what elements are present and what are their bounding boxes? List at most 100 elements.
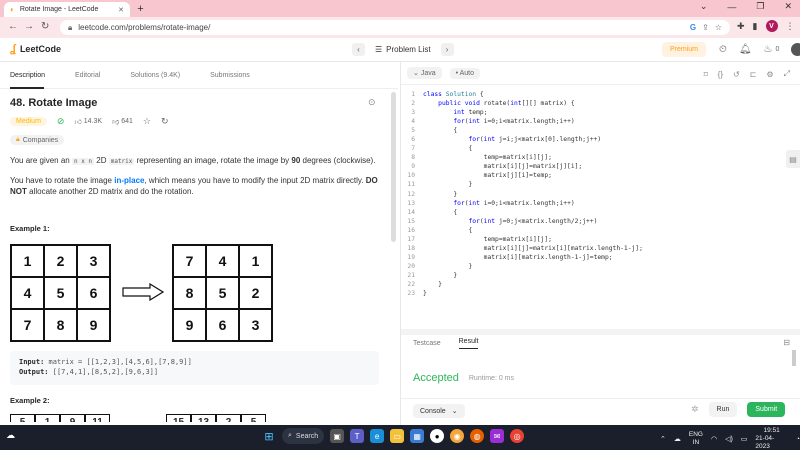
google-icon[interactable]: G [690,23,696,32]
code-line[interactable]: 10 matrix[j][i]=temp; [401,171,793,180]
tab-testcase[interactable]: Testcase [413,340,441,347]
url-bar[interactable]: 🔒︎ leetcode.com/problems/rotate-image/ G… [60,20,730,35]
edge-icon[interactable]: e [370,429,385,443]
chrome-dev-icon[interactable]: ◉ [450,429,465,443]
notification-bell-icon[interactable]: 🔔︎ [739,44,752,55]
windows-start-icon[interactable]: ⊞ [262,429,276,443]
lock-icon[interactable]: 🔒︎ [68,23,72,33]
dislike-button[interactable]: 👎︎ 641 [112,117,133,126]
reload-icon[interactable]: ↻ [41,21,49,32]
code-line[interactable]: 8 temp=matrix[i][j]; [401,153,793,162]
code-line[interactable]: 2 public void rotate(int[][] matrix) { [401,99,793,108]
console-button[interactable]: Console ⌄ [413,404,465,418]
notification-icon[interactable]: ◔ [796,436,800,443]
format-code-icon[interactable]: {} [718,70,723,79]
task-view-icon[interactable]: ▣ [330,429,345,443]
file-explorer-icon[interactable]: ▭ [390,429,405,443]
browser-menu-icon[interactable]: ⋮ [786,21,795,32]
tab-description[interactable]: Description [10,72,45,79]
code-line[interactable]: 18 matrix[i][j]=matrix[i][matrix.length-… [401,244,793,253]
code-line[interactable]: 9 matrix[i][j]=matrix[j][i]; [401,162,793,171]
close-window-icon[interactable]: ✕ [784,1,792,12]
new-tab-button[interactable]: + [134,2,147,15]
close-tab-icon[interactable]: ✕ [118,6,124,14]
like-button[interactable]: 👍︎ 14.3K [74,117,102,126]
in-place-link[interactable]: in-place [114,176,144,185]
store-icon[interactable]: ▦ [410,429,425,443]
settings-gear-icon[interactable]: ⚙ [766,70,773,79]
code-line[interactable]: 6 for(int j=i;j<matrix[0].length;j++) [401,135,793,144]
github-icon[interactable]: ● [430,429,445,443]
code-line[interactable]: 1 class Solution { [401,90,793,99]
code-line[interactable]: 21 } [401,271,793,280]
tray-chevron-icon[interactable]: ⌃ [660,435,666,443]
autocomplete-toggle[interactable]: • Auto [449,67,481,79]
code-line[interactable]: 22 } [401,280,793,289]
cloud-icon[interactable]: ☁ [674,435,681,443]
user-avatar[interactable] [791,43,800,56]
code-line[interactable]: 3 int temp; [401,108,793,117]
extensions-icon[interactable]: ✚ [737,21,745,32]
more-options-icon[interactable]: ⊙ [368,97,376,108]
code-line[interactable]: 12 } [401,190,793,199]
leetcode-logo[interactable]: ʆ LeetCode [10,43,61,55]
bookmark-icon[interactable]: ⌑ [704,70,708,79]
favorite-star-icon[interactable]: ☆ [143,116,151,127]
minimize-icon[interactable]: — [727,2,736,12]
profile-avatar[interactable]: V [765,20,778,32]
bookmark-star-icon[interactable]: ☆ [715,23,722,32]
weather-widget-icon[interactable]: ☁ [6,430,15,441]
volume-icon[interactable]: ◁) [725,435,733,443]
fullscreen-icon[interactable]: ⤢ [784,69,790,79]
code-line[interactable]: 15 for(int j=0;j<matrix.length/2;j++) [401,217,793,226]
timer-icon[interactable]: ⏲ [719,44,727,55]
collapse-panel-icon[interactable]: ⊟ [783,338,790,347]
forward-icon[interactable]: → [24,21,34,32]
description-scrollbar[interactable] [391,92,396,242]
run-button[interactable]: Run [708,402,738,417]
share-link-icon[interactable]: ↻ [161,116,169,127]
code-line[interactable]: 14 { [401,208,793,217]
maximize-icon[interactable]: ❐ [756,1,764,12]
companies-tag[interactable]: 🔒︎ Companies [10,135,65,145]
tab-solutions[interactable]: Solutions (9.4K) [130,72,180,79]
code-editor[interactable]: 1 class Solution {2 public void rotate(in… [401,90,793,334]
language-indicator[interactable]: ENG IN [689,431,703,447]
premium-button[interactable]: Premium [662,42,707,57]
sidepanel-icon[interactable]: ▮ [753,21,758,32]
language-select[interactable]: ⌄ Java [407,67,442,79]
split-icon[interactable]: ⊏ [750,70,757,79]
reset-code-icon[interactable]: ↺ [733,70,740,79]
code-line[interactable]: 19 matrix[i][matrix.length-1-j]=temp; [401,253,793,262]
tab-submissions[interactable]: Submissions [210,72,250,79]
code-line[interactable]: 13 for(int i=0;i<matrix.length;i++) [401,199,793,208]
debugger-icon[interactable]: ✲ [691,404,699,415]
tab-editorial[interactable]: Editorial [75,72,100,79]
code-line[interactable]: 5 { [401,126,793,135]
wifi-icon[interactable]: ◠ [711,435,717,443]
teams-icon[interactable]: T [350,429,365,443]
taskbar-search[interactable]: ⌕ Search [282,428,325,444]
problem-list-button[interactable]: ☰ Problem List [375,45,431,54]
submit-button[interactable]: Submit [747,402,786,417]
app-icon[interactable]: ✉ [490,429,505,443]
panel-divider[interactable] [401,329,800,335]
code-line[interactable]: 17 temp=matrix[i][j]; [401,235,793,244]
code-line[interactable]: 16 { [401,226,793,235]
prev-problem-button[interactable]: ‹ [352,43,365,56]
code-line[interactable]: 11 } [401,180,793,189]
code-line[interactable]: 7 { [401,144,793,153]
firefox-icon[interactable]: ◍ [470,429,485,443]
back-icon[interactable]: ← [8,21,18,32]
share-icon[interactable]: ⇪ [702,23,709,32]
clock[interactable]: 19:51 21-04-2023 [755,427,787,450]
code-line[interactable]: 20 } [401,262,793,271]
code-line[interactable]: 4 for(int i=0;i<matrix.length;i++) [401,117,793,126]
next-problem-button[interactable]: › [440,43,454,56]
browser-tab[interactable]: ◐ Rotate Image - LeetCode ✕ [4,2,130,17]
tab-search-icon[interactable]: ⌄ [700,1,708,12]
tab-result[interactable]: Result [458,338,479,349]
streak-counter[interactable]: ♨ 0 [764,44,780,55]
result-scrollbar[interactable] [792,350,796,366]
code-line[interactable]: 23} [401,289,793,298]
